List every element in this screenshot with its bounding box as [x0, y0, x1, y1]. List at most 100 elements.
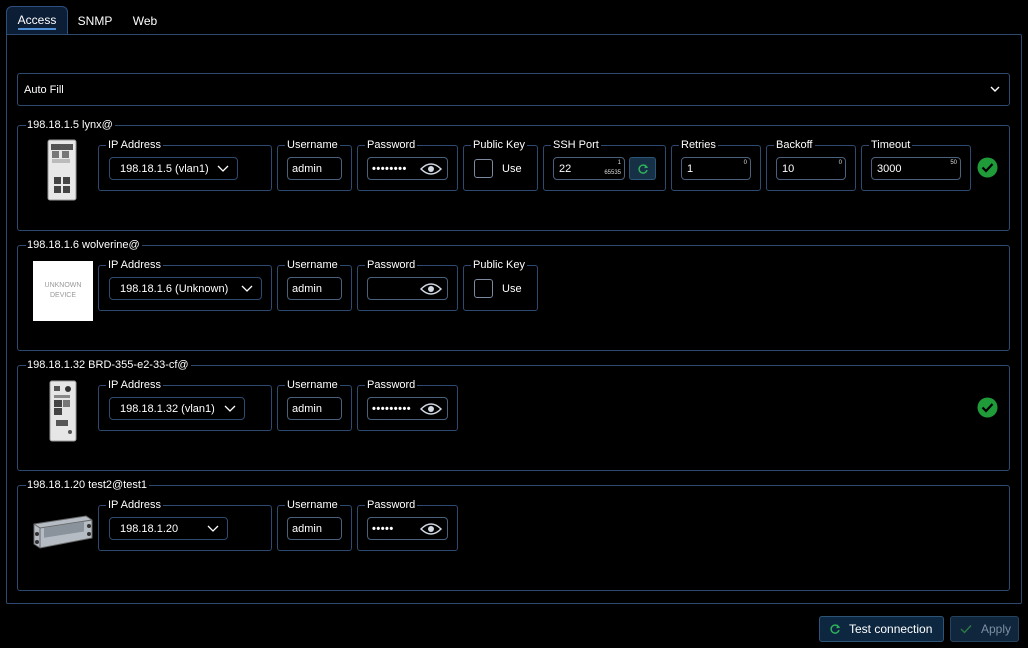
timeout-input[interactable]: 3000 50 [871, 157, 961, 180]
public-key-checkbox[interactable] [474, 159, 493, 178]
refresh-icon [830, 624, 841, 634]
ip-address-value: 198.18.1.6 (Unknown) [120, 282, 229, 295]
username-value: admin [292, 162, 322, 175]
test-connection-label: Test connection [849, 622, 933, 636]
username-input[interactable]: admin [287, 517, 342, 540]
eye-icon[interactable] [420, 522, 442, 536]
username-group: Username admin [277, 379, 352, 431]
username-label: Username [285, 499, 340, 511]
chevron-down-icon [207, 525, 219, 532]
public-key-checkbox[interactable] [474, 279, 493, 298]
username-label: Username [285, 379, 340, 391]
password-group: Password [357, 259, 458, 311]
tab-web[interactable]: Web [126, 6, 164, 35]
device-image-brd [49, 380, 77, 442]
tab-snmp-label: SNMP [77, 13, 113, 28]
ip-address-label: IP Address [106, 499, 163, 511]
device-image-test2 [33, 515, 93, 549]
username-label: Username [285, 139, 340, 151]
ip-address-label: IP Address [106, 379, 163, 391]
timeout-hint: 50 [950, 160, 957, 166]
ip-address-value: 198.18.1.20 [120, 522, 179, 535]
device-title: 198.18.1.6 wolverine@ [26, 239, 142, 251]
backoff-input[interactable]: 10 0 [776, 157, 846, 180]
check-icon [960, 625, 972, 634]
username-label: Username [285, 259, 340, 271]
chevron-down-icon [217, 165, 229, 172]
password-value: •••••••• [372, 162, 407, 175]
ip-address-select[interactable]: 198.18.1.5 (vlan1) [109, 157, 238, 180]
eye-icon[interactable] [420, 162, 442, 176]
ip-address-value: 198.18.1.5 (vlan1) [120, 162, 209, 175]
backoff-value: 10 [782, 162, 795, 175]
backoff-hint: 0 [838, 160, 842, 166]
password-label: Password [365, 499, 418, 511]
timeout-label: Timeout [869, 139, 913, 151]
backoff-group: Backoff 10 0 [766, 139, 856, 191]
eye-icon[interactable] [420, 282, 442, 296]
backoff-label: Backoff [774, 139, 815, 151]
ip-address-select[interactable]: 198.18.1.6 (Unknown) [109, 277, 262, 300]
tab-snmp[interactable]: SNMP [74, 6, 116, 35]
retries-label: Retries [679, 139, 718, 151]
username-value: admin [292, 522, 322, 535]
password-value: ••••••••• [372, 402, 412, 415]
username-input[interactable]: admin [287, 397, 342, 420]
password-input[interactable]: ••••• [367, 517, 448, 540]
refresh-icon [637, 163, 648, 174]
public-key-label: Public Key [471, 259, 527, 271]
timeout-value: 3000 [877, 162, 902, 175]
ip-address-group: IP Address 198.18.1.6 (Unknown) [98, 259, 272, 311]
device-image-lynx [47, 139, 77, 201]
chevron-down-icon [224, 405, 236, 412]
device-title: 198.18.1.32 BRD-355-e2-33-cf@ [26, 359, 191, 371]
password-group: Password ••••• [357, 499, 458, 551]
apply-button[interactable]: Apply [950, 616, 1019, 642]
tab-access[interactable]: Access [6, 6, 68, 35]
ssh-port-group: SSH Port 22 1 65535 [543, 139, 666, 191]
timeout-group: Timeout 3000 50 [861, 139, 971, 191]
ssh-port-max-hint: 1 [617, 160, 621, 166]
unknown-device-text: UNKNOWN DEVICE [44, 282, 82, 299]
ssh-port-min-hint: 65535 [604, 170, 621, 176]
password-input[interactable]: ••••••••• [367, 397, 448, 420]
password-value: ••••• [372, 522, 394, 535]
public-key-group: Public Key Use [463, 259, 538, 311]
username-value: admin [292, 402, 322, 415]
public-key-group: Public Key Use [463, 139, 538, 191]
chevron-down-icon [990, 86, 1000, 92]
username-value: admin [292, 282, 322, 295]
device-title: 198.18.1.20 test2@test1 [26, 479, 150, 491]
ip-address-group: IP Address 198.18.1.32 (vlan1) [98, 379, 272, 431]
retries-hint: 0 [743, 160, 747, 166]
password-input[interactable]: •••••••• [367, 157, 448, 180]
password-group: Password ••••••••• [357, 379, 458, 431]
test-connection-button[interactable]: Test connection [819, 616, 944, 642]
ip-address-label: IP Address [106, 259, 163, 271]
device-title: 198.18.1.5 lynx@ [26, 119, 115, 131]
ip-address-value: 198.18.1.32 (vlan1) [120, 402, 215, 415]
tab-web-label: Web [132, 13, 158, 28]
auto-fill-label: Auto Fill [24, 83, 64, 96]
retries-input[interactable]: 1 0 [681, 157, 751, 180]
chevron-down-icon [241, 285, 253, 292]
username-input[interactable]: admin [287, 277, 342, 300]
public-key-label: Public Key [471, 139, 527, 151]
ssh-port-input[interactable]: 22 1 65535 [553, 157, 625, 180]
password-group: Password •••••••• [357, 139, 458, 191]
retries-group: Retries 1 0 [671, 139, 761, 191]
ip-address-group: IP Address 198.18.1.5 (vlan1) [98, 139, 272, 191]
tab-access-label: Access [17, 13, 57, 30]
eye-icon[interactable] [420, 402, 442, 416]
username-group: Username admin [277, 259, 352, 311]
ip-address-select[interactable]: 198.18.1.20 [109, 517, 228, 540]
username-input[interactable]: admin [287, 157, 342, 180]
use-label: Use [502, 163, 522, 175]
password-input[interactable] [367, 277, 448, 300]
auto-fill-select[interactable]: Auto Fill [17, 73, 1010, 106]
username-group: Username admin [277, 139, 352, 191]
ssh-port-reset-button[interactable] [629, 157, 656, 180]
ip-address-select[interactable]: 198.18.1.32 (vlan1) [109, 397, 245, 420]
unknown-device-image: UNKNOWN DEVICE [33, 261, 93, 321]
password-label: Password [365, 379, 418, 391]
